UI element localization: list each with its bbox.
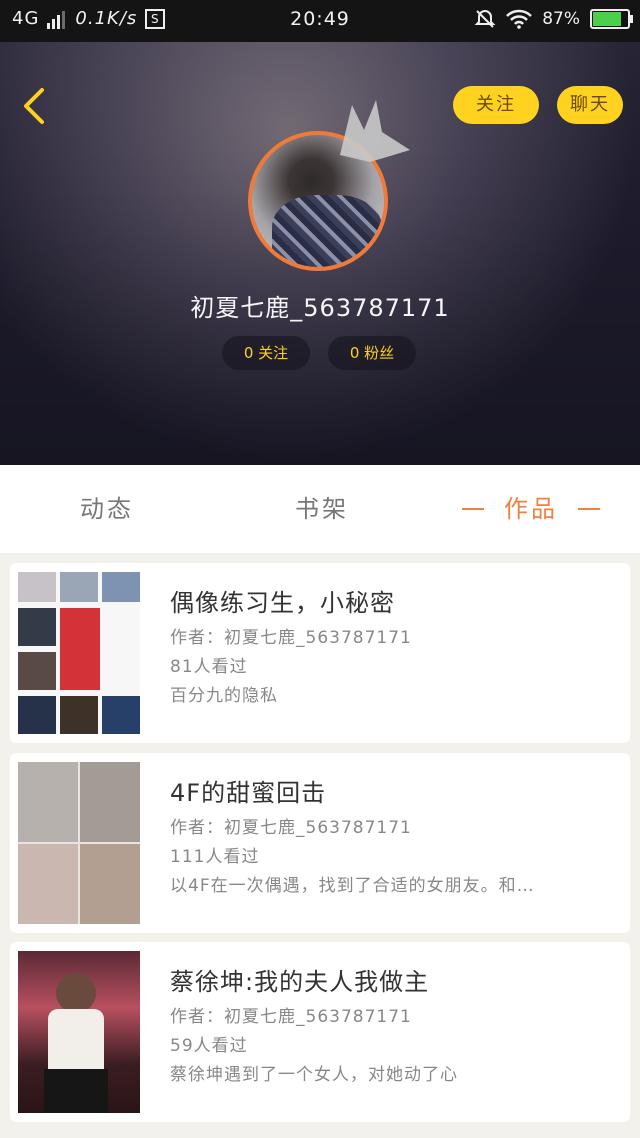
wifi-icon [506,9,533,29]
tab-activity[interactable]: 动态 [80,465,134,553]
fans-count[interactable]: 0 粉丝 [328,336,416,370]
crown-icon [340,100,410,162]
status-right: 87% [474,8,633,30]
work-summary: 蔡徐坤遇到了一个女人，对她动了心 [170,1065,458,1085]
work-cover [18,572,140,734]
status-bar: 4G 0.1K/s S 20:49 87% [0,0,640,42]
work-card[interactable]: 蔡徐坤:我的夫人我做主 作者：初夏七鹿_563787171 59人看过 蔡徐坤遇… [10,942,630,1122]
battery-icon [590,9,633,29]
work-title: 蔡徐坤:我的夫人我做主 [170,968,430,996]
work-title: 偶像练习生，小秘密 [170,589,395,617]
username: 初夏七鹿_563787171 [190,294,450,322]
tab-works[interactable]: 作品 [462,465,600,553]
chat-button[interactable]: 聊天 [557,86,623,124]
tab-indicator-left [462,508,484,510]
tab-bookshelf[interactable]: 书架 [295,465,349,553]
work-views: 111人看过 [170,847,260,867]
work-summary: 以4F在一次偶遇，找到了合适的女朋友。和… [170,876,535,896]
tab-works-label: 作品 [504,495,558,523]
back-icon[interactable] [20,86,50,126]
alarm-off-icon [474,9,496,28]
avatar-photo [272,195,382,267]
work-cover [18,951,140,1113]
work-views: 59人看过 [170,1036,248,1056]
follow-button[interactable]: 关注 [453,86,539,124]
tab-bar: 动态 书架 作品 [0,465,640,553]
tab-indicator-right [578,508,600,510]
work-views: 81人看过 [170,657,248,677]
battery-percent: 87% [542,9,580,29]
work-author: 作者：初夏七鹿_563787171 [170,628,412,648]
work-title: 4F的甜蜜回击 [170,779,327,807]
work-cover [18,762,140,924]
following-count[interactable]: 0 关注 [222,336,310,370]
work-card[interactable]: 4F的甜蜜回击 作者：初夏七鹿_563787171 111人看过 以4F在一次偶… [10,753,630,933]
work-summary: 百分九的隐私 [170,686,278,706]
battery-fill [593,12,621,26]
work-author: 作者：初夏七鹿_563787171 [170,818,412,838]
work-card[interactable]: 偶像练习生，小秘密 作者：初夏七鹿_563787171 81人看过 百分九的隐私 [10,563,630,743]
work-author: 作者：初夏七鹿_563787171 [170,1007,412,1027]
